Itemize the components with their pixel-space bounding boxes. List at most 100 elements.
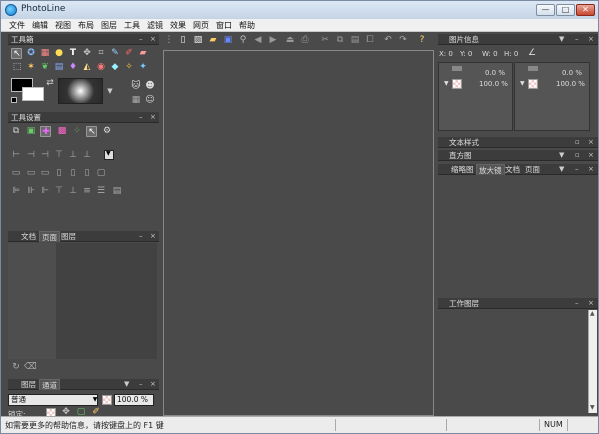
- blur-tool-icon[interactable]: ♦: [67, 62, 79, 73]
- panel-menu-icon[interactable]: ▼: [559, 150, 564, 161]
- panel-collapse-icon[interactable]: –: [139, 379, 143, 390]
- distribute-7-icon[interactable]: ▢: [95, 168, 107, 179]
- panel-collapse-icon[interactable]: –: [139, 112, 143, 123]
- swap-colors-icon[interactable]: ⇄: [44, 78, 56, 89]
- chevron-down-icon[interactable]: ▼: [89, 394, 101, 405]
- mask-mode-icon[interactable]: ☻: [144, 81, 156, 92]
- paste-icon[interactable]: ▤: [349, 35, 361, 46]
- grid-option-icon[interactable]: ▣: [25, 126, 37, 137]
- close-button[interactable]: ✕: [576, 4, 595, 16]
- panel-close-icon[interactable]: ×: [150, 379, 156, 390]
- tab-layers[interactable]: 图层: [19, 379, 38, 390]
- menu-help[interactable]: 帮助: [239, 20, 255, 31]
- eraser-tool-icon[interactable]: ▰: [137, 48, 149, 59]
- panel-collapse-icon[interactable]: –: [575, 298, 579, 309]
- pin-icon[interactable]: ⚲: [237, 35, 249, 46]
- fill-tool-icon[interactable]: ◭: [81, 62, 93, 73]
- menu-file[interactable]: 文件: [9, 20, 25, 31]
- text-tool-icon[interactable]: T: [67, 48, 79, 59]
- panel-collapse-icon[interactable]: –: [575, 164, 579, 175]
- panel-close-icon[interactable]: ×: [588, 34, 594, 45]
- move-tool-icon[interactable]: ✥: [81, 48, 93, 59]
- background-color-swatch[interactable]: [22, 87, 44, 101]
- save-icon[interactable]: ▣: [222, 35, 234, 46]
- panel-expand-icon[interactable]: ▫: [575, 137, 580, 148]
- chevron-down-icon[interactable]: ▼: [520, 80, 525, 87]
- undo-icon[interactable]: ↶: [382, 35, 394, 46]
- shape-tool-icon[interactable]: ✦: [137, 62, 149, 73]
- leaf-tool-icon[interactable]: ❦: [39, 62, 51, 73]
- distribute-4-icon[interactable]: ▯: [53, 168, 65, 179]
- spacing-7-icon[interactable]: ☰: [95, 186, 107, 197]
- tab-magnifier[interactable]: 放大镜: [476, 164, 505, 175]
- trash-icon[interactable]: ⌫: [24, 362, 37, 373]
- chevron-down-icon[interactable]: ▼: [104, 86, 116, 97]
- histogram-title[interactable]: 直方图: [449, 150, 472, 161]
- blend-mode-select[interactable]: 普通: [8, 394, 98, 406]
- menu-window[interactable]: 窗口: [216, 20, 232, 31]
- brush-preview[interactable]: [58, 78, 103, 104]
- tab-document[interactable]: 文档: [19, 231, 38, 242]
- marquee-tool-icon[interactable]: ⬚: [11, 62, 23, 73]
- arrow-option-button[interactable]: ↖: [86, 126, 97, 137]
- select-option-icon[interactable]: ⧉: [10, 126, 22, 137]
- panel-close-icon[interactable]: ×: [150, 34, 156, 45]
- panel-collapse-icon[interactable]: –: [139, 34, 143, 45]
- align-bottom-icon[interactable]: ⊥: [81, 150, 93, 161]
- text-style-title[interactable]: 文本样式: [449, 137, 479, 148]
- refresh-icon[interactable]: ↻: [10, 362, 22, 373]
- forward-icon[interactable]: ▶: [267, 35, 279, 46]
- tab-channels[interactable]: 通道: [39, 379, 60, 390]
- redo-icon[interactable]: ↷: [397, 35, 409, 46]
- add-option-button[interactable]: ✚: [40, 126, 51, 137]
- gear-icon[interactable]: ⚙: [101, 126, 113, 137]
- stamp-icon[interactable]: ▦: [39, 48, 51, 59]
- open-folder-icon[interactable]: ▰: [207, 35, 219, 46]
- scanner-icon[interactable]: ⏏: [284, 35, 296, 46]
- align-left-icon[interactable]: ⊢: [10, 150, 22, 161]
- panel-menu-icon[interactable]: ▼: [124, 379, 129, 390]
- spacing-3-icon[interactable]: ⊩: [39, 186, 51, 197]
- sparkle-tool-icon[interactable]: ✧: [123, 62, 135, 73]
- align-center-h-icon[interactable]: ⊣: [25, 150, 37, 161]
- align-top-icon[interactable]: ⊤: [53, 150, 65, 161]
- cut-icon[interactable]: ✂: [319, 35, 331, 46]
- crop-tool-icon[interactable]: ⌗: [95, 48, 107, 59]
- minimize-button[interactable]: —: [536, 4, 555, 16]
- tab-pages[interactable]: 页面: [39, 231, 60, 242]
- panel-close-icon[interactable]: ×: [588, 164, 594, 175]
- menu-layer[interactable]: 图层: [101, 20, 117, 31]
- rect-option-icon[interactable]: ▩: [56, 126, 68, 137]
- red-eye-tool-icon[interactable]: ◉: [95, 62, 107, 73]
- align-right-icon[interactable]: ⊣: [39, 150, 51, 161]
- menu-tools[interactable]: 工具: [124, 20, 140, 31]
- menu-effects[interactable]: 效果: [170, 20, 186, 31]
- scroll-up-icon[interactable]: ▲: [590, 310, 595, 317]
- dots-option-icon[interactable]: ⁘: [71, 126, 83, 137]
- panel-close-icon[interactable]: ×: [588, 137, 594, 148]
- align-middle-icon[interactable]: ⊥: [67, 150, 79, 161]
- panel-collapse-icon[interactable]: –: [575, 34, 579, 45]
- canvas-area[interactable]: [163, 50, 434, 416]
- scroll-down-icon[interactable]: ▼: [590, 404, 595, 411]
- panel-menu-icon[interactable]: ▼: [559, 164, 564, 175]
- tab-thumbnail[interactable]: 缩略图: [449, 164, 476, 175]
- spacing-6-icon[interactable]: ≡: [81, 186, 93, 197]
- magic-wand-icon[interactable]: ✶: [25, 62, 37, 73]
- opacity-input[interactable]: 100.0 %: [114, 394, 154, 406]
- panel-close-icon[interactable]: ×: [150, 231, 156, 242]
- back-icon[interactable]: ◀: [252, 35, 264, 46]
- sponge-tool-icon[interactable]: ◆: [109, 62, 121, 73]
- circle-tool-icon[interactable]: ●: [53, 48, 65, 59]
- menu-layout[interactable]: 布局: [78, 20, 94, 31]
- tab-layers-doc[interactable]: 图层: [59, 231, 78, 242]
- cat-mask-icon[interactable]: 🐱: [130, 81, 142, 92]
- copy-icon[interactable]: ⧉: [334, 35, 346, 46]
- tab-nav-pages[interactable]: 页面: [523, 164, 542, 175]
- panel-close-icon[interactable]: ×: [588, 298, 594, 309]
- chevron-down-icon[interactable]: ▼: [444, 80, 449, 87]
- scrollbar[interactable]: ▲ ▼: [588, 310, 597, 413]
- panel-close-icon[interactable]: ×: [150, 112, 156, 123]
- help-cursor-icon[interactable]: ?: [416, 35, 428, 46]
- brush-tool-icon[interactable]: ✐: [123, 48, 135, 59]
